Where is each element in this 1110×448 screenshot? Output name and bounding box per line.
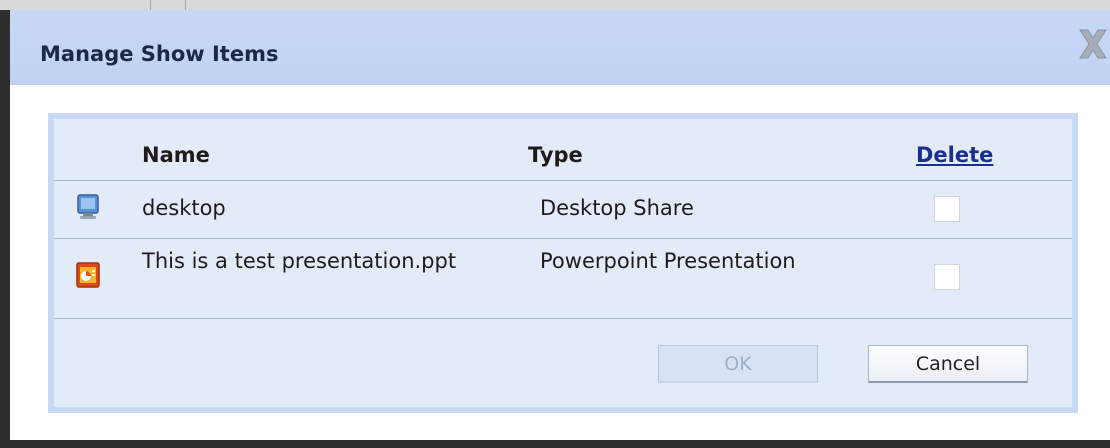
footer-divider xyxy=(54,318,1072,319)
monitor-icon xyxy=(76,193,100,225)
table-row: desktop Desktop Share xyxy=(54,180,1072,238)
cancel-button[interactable]: Cancel xyxy=(868,345,1028,383)
delete-link[interactable]: Delete xyxy=(916,143,993,167)
delete-checkbox[interactable] xyxy=(934,196,960,222)
table-row: This is a test presentation.ppt Powerpoi… xyxy=(54,238,1072,318)
item-type: Desktop Share xyxy=(540,196,694,220)
close-icon xyxy=(1079,29,1107,59)
background-strip xyxy=(0,0,1110,10)
ok-button[interactable]: OK xyxy=(658,345,818,383)
dialog-title: Manage Show Items xyxy=(40,42,279,66)
column-header-type: Type xyxy=(528,143,583,167)
item-type: Powerpoint Presentation xyxy=(540,249,796,273)
dialog-titlebar: Manage Show Items xyxy=(10,10,1110,85)
item-name: desktop xyxy=(142,196,226,220)
column-header-name: Name xyxy=(142,143,210,167)
manage-show-items-dialog: Manage Show Items Name Type Delete deskt… xyxy=(10,10,1110,440)
delete-checkbox[interactable] xyxy=(934,264,960,290)
items-panel: Name Type Delete desktop Desktop Share T… xyxy=(48,113,1078,413)
powerpoint-icon xyxy=(76,261,100,293)
close-button[interactable] xyxy=(1078,28,1108,60)
item-name: This is a test presentation.ppt xyxy=(142,249,457,273)
